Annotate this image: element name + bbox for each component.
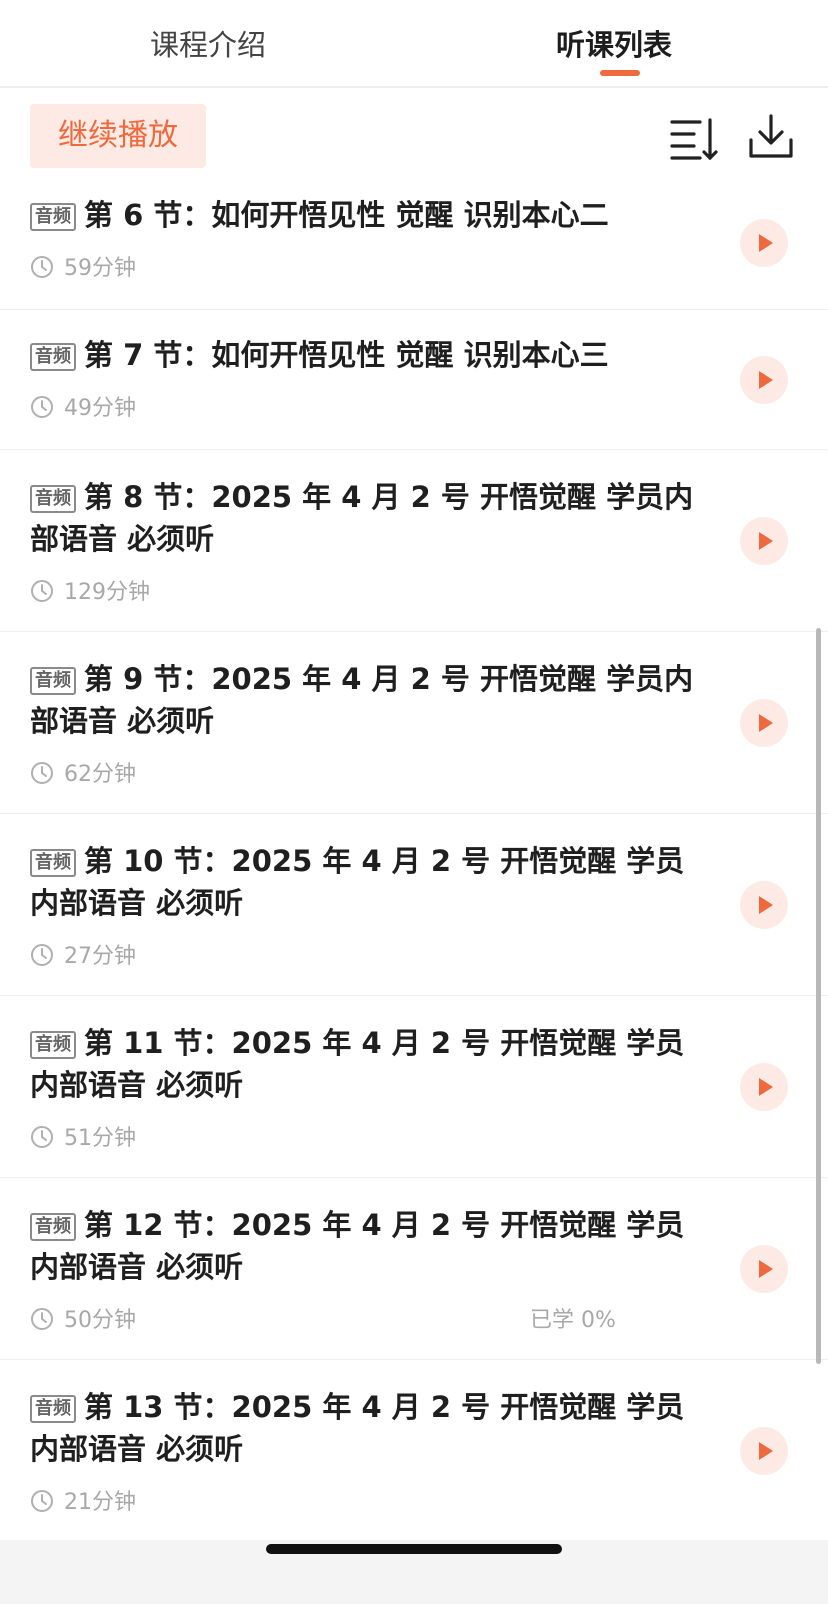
list-toolbar: 继续播放 [0, 88, 828, 188]
audio-badge: 音频 [30, 203, 76, 231]
lesson-title-text: 第 11 节：2025 年 4 月 2 号 开悟觉醒 学员内部语音 必须听 [30, 1026, 685, 1102]
tab-course-intro[interactable]: 课程介绍 [150, 22, 266, 64]
lesson-item-content: 音频第 13 节：2025 年 4 月 2 号 开悟觉醒 学员内部语音 必须听 2… [0, 1360, 828, 1518]
lesson-item[interactable]: 音频第 6 节：如何开悟见性 觉醒 识别本心二 59分钟 [0, 188, 828, 310]
clock-icon [31, 256, 53, 278]
play-icon[interactable] [740, 1427, 788, 1475]
lesson-duration: 51分钟 [64, 1126, 136, 1151]
lesson-item[interactable]: 音频第 11 节：2025 年 4 月 2 号 开悟觉醒 学员内部语音 必须听 5… [0, 996, 828, 1178]
lesson-meta: 62分钟 [30, 760, 708, 790]
lesson-title-text: 第 13 节：2025 年 4 月 2 号 开悟觉醒 学员内部语音 必须听 [30, 1390, 685, 1466]
play-icon[interactable] [740, 881, 788, 929]
lesson-title-text: 第 8 节：2025 年 4 月 2 号 开悟觉醒 学员内部语音 必须听 [30, 480, 694, 556]
audio-badge: 音频 [30, 849, 76, 877]
lesson-title: 音频第 13 节：2025 年 4 月 2 号 开悟觉醒 学员内部语音 必须听 [30, 1386, 708, 1470]
lesson-title-text: 第 9 节：2025 年 4 月 2 号 开悟觉醒 学员内部语音 必须听 [30, 662, 694, 738]
lesson-duration: 59分钟 [64, 256, 136, 281]
lesson-item[interactable]: 音频第 7 节：如何开悟见性 觉醒 识别本心三 49分钟 [0, 310, 828, 450]
lesson-meta: 129分钟 [30, 578, 708, 608]
lesson-duration: 21分钟 [64, 1490, 136, 1515]
lesson-title-text: 第 12 节：2025 年 4 月 2 号 开悟觉醒 学员内部语音 必须听 [30, 1208, 685, 1284]
lesson-title: 音频第 7 节：如何开悟见性 觉醒 识别本心三 [30, 334, 708, 376]
lesson-item[interactable]: 音频第 13 节：2025 年 4 月 2 号 开悟觉醒 学员内部语音 必须听 2… [0, 1360, 828, 1542]
active-tab-indicator [600, 70, 640, 76]
lesson-meta: 49分钟 [30, 394, 708, 424]
play-icon[interactable] [740, 517, 788, 565]
audio-badge: 音频 [30, 343, 76, 371]
lesson-meta: 21分钟 [30, 1488, 708, 1518]
lesson-title-text: 第 10 节：2025 年 4 月 2 号 开悟觉醒 学员内部语音 必须听 [30, 844, 685, 920]
play-icon[interactable] [740, 699, 788, 747]
play-icon[interactable] [740, 1063, 788, 1111]
audio-badge: 音频 [30, 1395, 76, 1423]
lesson-item-content: 音频第 10 节：2025 年 4 月 2 号 开悟觉醒 学员内部语音 必须听 2… [0, 814, 828, 972]
lesson-item-content: 音频第 8 节：2025 年 4 月 2 号 开悟觉醒 学员内部语音 必须听 12… [0, 450, 828, 608]
audio-badge: 音频 [30, 667, 76, 695]
lesson-duration: 62分钟 [64, 762, 136, 787]
lesson-title: 音频第 11 节：2025 年 4 月 2 号 开悟觉醒 学员内部语音 必须听 [30, 1022, 708, 1106]
lesson-item[interactable]: 音频第 8 节：2025 年 4 月 2 号 开悟觉醒 学员内部语音 必须听 12… [0, 450, 828, 632]
lesson-title-text: 第 7 节：如何开悟见性 觉醒 识别本心三 [84, 338, 609, 372]
lesson-meta: 50分钟 已学 0% [30, 1306, 708, 1336]
lesson-title: 音频第 8 节：2025 年 4 月 2 号 开悟觉醒 学员内部语音 必须听 [30, 476, 708, 560]
home-indicator[interactable] [266, 1544, 562, 1554]
lesson-title: 音频第 6 节：如何开悟见性 觉醒 识别本心二 [30, 194, 708, 236]
lesson-item-content: 音频第 9 节：2025 年 4 月 2 号 开悟觉醒 学员内部语音 必须听 62… [0, 632, 828, 790]
play-icon[interactable] [740, 356, 788, 404]
clock-icon [31, 580, 53, 602]
scrollbar[interactable] [816, 628, 821, 1364]
download-icon[interactable] [748, 112, 794, 160]
clock-icon [31, 1490, 53, 1512]
audio-badge: 音频 [30, 1031, 76, 1059]
lesson-meta: 51分钟 [30, 1124, 708, 1154]
clock-icon [31, 944, 53, 966]
lesson-duration: 49分钟 [64, 396, 136, 421]
lesson-title-text: 第 6 节：如何开悟见性 觉醒 识别本心二 [84, 198, 609, 232]
continue-play-button[interactable]: 继续播放 [30, 104, 206, 168]
lesson-duration: 129分钟 [64, 580, 150, 605]
clock-icon [31, 762, 53, 784]
audio-badge: 音频 [30, 1213, 76, 1241]
lesson-item-content: 音频第 12 节：2025 年 4 月 2 号 开悟觉醒 学员内部语音 必须听 5… [0, 1178, 828, 1336]
play-icon[interactable] [740, 1245, 788, 1293]
lesson-list: 音频第 6 节：如何开悟见性 觉醒 识别本心二 59分钟 音频第 7 节：如何开悟见… [0, 188, 828, 1542]
tab-lesson-list[interactable]: 听课列表 [556, 22, 672, 64]
tab-bar: 课程介绍 听课列表 [0, 0, 828, 88]
lesson-meta: 59分钟 [30, 254, 708, 284]
clock-icon [31, 1308, 53, 1330]
clock-icon [31, 396, 53, 418]
lesson-meta: 27分钟 [30, 942, 708, 972]
lesson-title: 音频第 9 节：2025 年 4 月 2 号 开悟觉醒 学员内部语音 必须听 [30, 658, 708, 742]
play-icon[interactable] [740, 219, 788, 267]
lesson-duration: 27分钟 [64, 944, 136, 969]
lesson-title: 音频第 12 节：2025 年 4 月 2 号 开悟觉醒 学员内部语音 必须听 [30, 1204, 708, 1288]
lesson-item-content: 音频第 7 节：如何开悟见性 觉醒 识别本心三 49分钟 [0, 310, 828, 424]
lesson-item-content: 音频第 6 节：如何开悟见性 觉醒 识别本心二 59分钟 [0, 188, 828, 284]
clock-icon [31, 1126, 53, 1148]
lesson-progress: 已学 0% [530, 1308, 616, 1333]
lesson-item-content: 音频第 11 节：2025 年 4 月 2 号 开悟觉醒 学员内部语音 必须听 5… [0, 996, 828, 1154]
sort-list-icon[interactable] [670, 114, 718, 162]
audio-badge: 音频 [30, 485, 76, 513]
lesson-item[interactable]: 音频第 10 节：2025 年 4 月 2 号 开悟觉醒 学员内部语音 必须听 2… [0, 814, 828, 996]
lesson-duration: 50分钟 [64, 1308, 136, 1333]
lesson-item[interactable]: 音频第 12 节：2025 年 4 月 2 号 开悟觉醒 学员内部语音 必须听 5… [0, 1178, 828, 1360]
lesson-title: 音频第 10 节：2025 年 4 月 2 号 开悟觉醒 学员内部语音 必须听 [30, 840, 708, 924]
lesson-item[interactable]: 音频第 9 节：2025 年 4 月 2 号 开悟觉醒 学员内部语音 必须听 62… [0, 632, 828, 814]
